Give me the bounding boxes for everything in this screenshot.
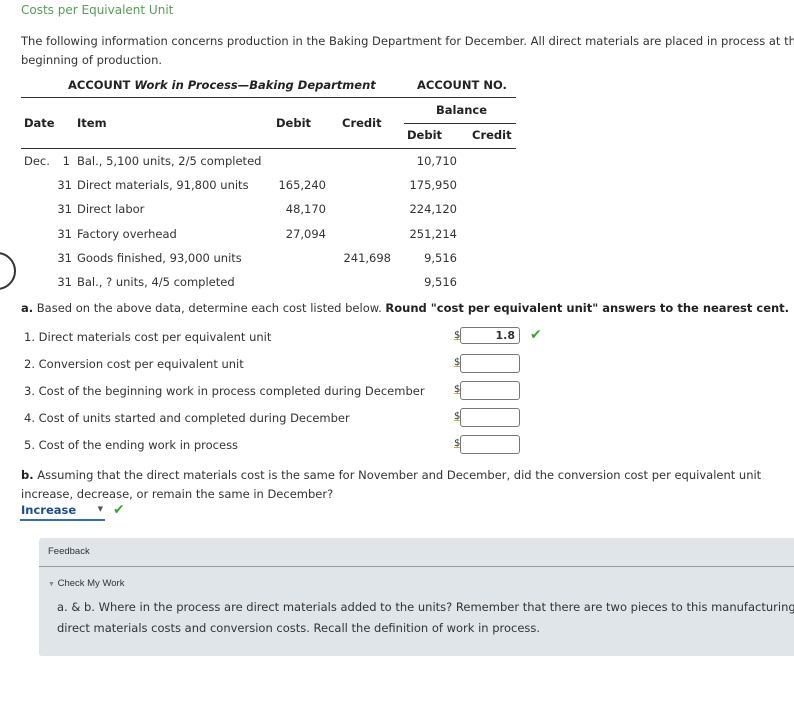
account-label: ACCOUNT <box>68 78 131 92</box>
question-item-2: 2. Conversion cost per equivalent unit <box>24 357 244 371</box>
col-balance-debit: Debit <box>407 128 443 142</box>
col-item: Item <box>77 116 107 130</box>
row-item: Bal., 5,100 units, 2/5 completed <box>77 154 262 168</box>
row-bal-debit: 10,710 <box>416 154 457 168</box>
item-number: 5. <box>24 438 35 452</box>
item-label: Direct materials cost per equivalent uni… <box>38 330 272 344</box>
feedback-title: Feedback <box>48 546 90 557</box>
select-value: Increase <box>21 503 77 517</box>
row-day: 31 <box>57 227 72 241</box>
answer-input-4[interactable] <box>460 408 520 427</box>
answer-input-1[interactable] <box>460 327 520 344</box>
part-a-instruction: a. Based on the above data, determine ea… <box>21 301 789 315</box>
item-number: 4. <box>24 411 35 425</box>
answer-input-2[interactable] <box>460 354 520 373</box>
col-balance: Balance <box>436 103 488 117</box>
answer-select[interactable]: Increase ▼ <box>20 503 105 521</box>
question-item-1: 1. Direct materials cost per equivalent … <box>24 330 271 344</box>
question-item-5: 5. Cost of the ending work in process <box>24 438 238 452</box>
feedback-panel: Feedback ▼ Check My Work a. & b. Where i… <box>39 538 794 656</box>
row-item: Bal., ? units, 4/5 completed <box>77 275 235 289</box>
row-bal-debit: 9,516 <box>424 251 457 265</box>
item-label: Cost of the beginning work in process co… <box>38 384 425 398</box>
row-item: Direct materials, 91,800 units <box>77 178 249 192</box>
col-date: Date <box>24 116 55 130</box>
row-bal-debit: 175,950 <box>409 178 457 192</box>
row-item: Factory overhead <box>77 227 177 241</box>
item-label: Cost of the ending work in process <box>38 438 239 452</box>
row-bal-debit: 224,120 <box>409 202 457 216</box>
part-a-bold-text: Round "cost per equivalent unit" answers… <box>385 301 790 315</box>
row-day: 31 <box>57 178 72 192</box>
account-name: Work in Process—Baking Department <box>134 78 376 92</box>
row-bal-debit: 251,214 <box>409 227 457 241</box>
row-day: 31 <box>57 251 72 265</box>
row-day: 31 <box>57 275 72 289</box>
account-number-label: ACCOUNT NO. <box>417 78 507 92</box>
col-balance-credit: Credit <box>472 128 512 142</box>
row-bal-debit: 9,516 <box>424 275 457 289</box>
part-b-question: b. Assuming that the direct materials co… <box>21 466 781 504</box>
item-number: 3. <box>24 384 35 398</box>
feedback-line-1: a. & b. Where in the process are direct … <box>57 600 794 614</box>
item-label: Cost of units started and completed duri… <box>38 411 350 425</box>
answer-input-3[interactable] <box>460 381 520 400</box>
question-item-3: 3. Cost of the beginning work in process… <box>24 384 425 398</box>
row-credit: 241,698 <box>343 251 391 265</box>
header-bottom-rule <box>21 148 516 149</box>
check-icon: ✔ <box>530 327 542 343</box>
account-title: ACCOUNT Work in Process—Baking Departmen… <box>68 78 376 92</box>
part-a-text: Based on the above data, determine each … <box>36 301 382 315</box>
part-b-label: b. <box>21 468 34 482</box>
intro-text: The following information concerns produ… <box>21 34 794 67</box>
row-debit: 48,170 <box>285 202 326 216</box>
row-day: 1 <box>62 154 70 168</box>
item-number: 1. <box>24 330 35 344</box>
item-label: Conversion cost per equivalent unit <box>38 357 244 371</box>
row-day: 31 <box>57 202 72 216</box>
page-title: Costs per Equivalent Unit <box>21 3 174 17</box>
col-debit: Debit <box>276 116 312 130</box>
check-icon: ✔ <box>113 502 125 518</box>
answer-input-5[interactable] <box>460 435 520 454</box>
row-item: Goods finished, 93,000 units <box>77 251 242 265</box>
part-a-label: a. <box>21 301 34 315</box>
balance-rule <box>404 123 516 124</box>
question-item-4: 4. Cost of units started and completed d… <box>24 411 350 425</box>
feedback-text: a. & b. Where in the process are direct … <box>57 597 794 639</box>
item-number: 2. <box>24 357 35 371</box>
table-top-rule <box>21 97 516 98</box>
feedback-line-2: direct materials costs and conversion co… <box>57 621 541 635</box>
row-debit: 165,240 <box>278 178 326 192</box>
collapse-triangle-icon: ▼ <box>48 581 55 588</box>
col-credit: Credit <box>342 116 382 130</box>
part-b-text: Assuming that the direct materials cost … <box>21 468 762 501</box>
toggle-label: Check My Work <box>57 578 125 589</box>
row-debit: 27,094 <box>285 227 326 241</box>
row-item: Direct labor <box>77 202 145 216</box>
feedback-divider <box>39 566 794 567</box>
dropdown-arrow-icon: ▼ <box>97 505 103 513</box>
check-my-work-toggle[interactable]: ▼ Check My Work <box>48 578 124 589</box>
